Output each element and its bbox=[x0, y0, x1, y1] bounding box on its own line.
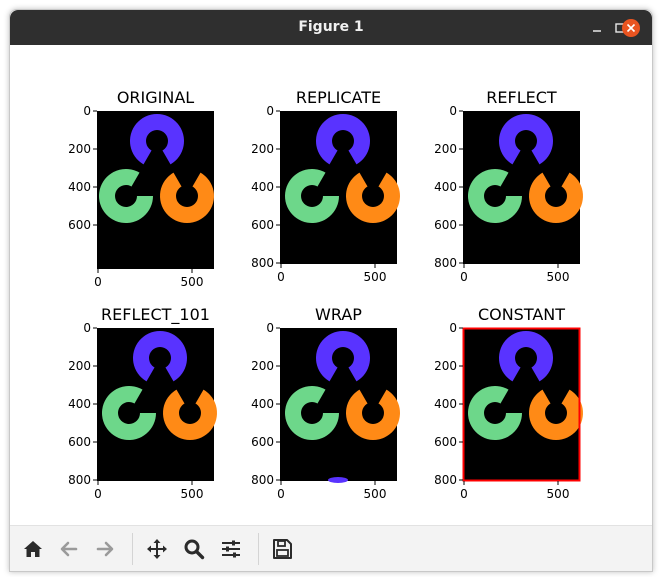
window-title: Figure 1 bbox=[298, 19, 364, 35]
x-tick-label: 0 bbox=[460, 270, 468, 284]
subplot-title: WRAP bbox=[315, 305, 362, 324]
x-tick-label: 500 bbox=[364, 487, 387, 501]
y-tick-label: 200 bbox=[251, 359, 274, 373]
back-arrow-icon bbox=[60, 541, 78, 557]
y-tick-label: 400 bbox=[68, 180, 91, 194]
y-tick-label: 800 bbox=[251, 256, 274, 270]
y-tick-label: 600 bbox=[434, 218, 457, 232]
logo-hole bbox=[484, 185, 506, 207]
forward-arrow-icon bbox=[96, 541, 114, 557]
y-tick-label: 600 bbox=[68, 435, 91, 449]
logo-hole bbox=[146, 130, 168, 152]
close-button[interactable] bbox=[621, 18, 641, 38]
subplot-title: ORIGINAL bbox=[117, 88, 194, 107]
y-tick-label: 800 bbox=[68, 473, 91, 487]
x-tick-label: 0 bbox=[277, 270, 285, 284]
toolbar-separator bbox=[132, 533, 133, 565]
y-tick-label: 200 bbox=[434, 359, 457, 373]
minimize-icon bbox=[593, 30, 601, 32]
navigation-toolbar bbox=[10, 525, 652, 571]
subplot-title: CONSTANT bbox=[478, 305, 565, 324]
back-button[interactable] bbox=[57, 537, 81, 561]
logo-hole bbox=[515, 130, 537, 152]
subplot-title: REFLECT_101 bbox=[101, 305, 210, 325]
y-tick-label: 800 bbox=[251, 473, 274, 487]
y-tick-label: 400 bbox=[251, 397, 274, 411]
y-tick-label: 0 bbox=[266, 321, 274, 335]
logo-hole bbox=[362, 185, 384, 207]
zoom-button[interactable] bbox=[182, 537, 206, 561]
subplot-original: ORIGINAL 0 200 400 600 0 500 bbox=[68, 88, 215, 289]
x-tick-label: 0 bbox=[460, 487, 468, 501]
logo-hole bbox=[179, 402, 201, 424]
logo-hole bbox=[301, 185, 323, 207]
logo-hole bbox=[362, 402, 384, 424]
logo-hole bbox=[115, 185, 137, 207]
y-tick-label: 0 bbox=[83, 321, 91, 335]
y-tick-label: 0 bbox=[266, 104, 274, 118]
y-tick-label: 0 bbox=[449, 321, 457, 335]
logo-hole bbox=[515, 347, 537, 369]
x-tick-label: 0 bbox=[277, 487, 285, 501]
subplot-replicate: REPLICATE02004006008000 500 bbox=[251, 88, 401, 284]
x-tick-label: 500 bbox=[181, 275, 204, 289]
logo-hole bbox=[149, 347, 171, 369]
y-tick-label: 200 bbox=[68, 359, 91, 373]
pan-button[interactable] bbox=[145, 537, 169, 561]
wrap-artifact bbox=[328, 477, 348, 483]
minimize-button[interactable] bbox=[587, 18, 607, 38]
subplot-reflect: REFLECT02004006008000 500 bbox=[434, 88, 583, 284]
y-tick-label: 800 bbox=[434, 256, 457, 270]
x-tick-label: 500 bbox=[547, 487, 570, 501]
close-icon bbox=[622, 19, 640, 37]
y-tick-label: 400 bbox=[434, 397, 457, 411]
x-tick-label: 0 bbox=[94, 275, 102, 289]
logo-hole bbox=[332, 347, 354, 369]
logo-hole bbox=[545, 185, 567, 207]
logo-hole bbox=[332, 130, 354, 152]
home-button[interactable] bbox=[21, 537, 45, 561]
figure-canvas[interactable]: ORIGINAL 0 200 400 600 0 500 REPLICATE 0 200 400 60… bbox=[10, 45, 652, 525]
x-tick-label: 0 bbox=[94, 487, 102, 501]
subplot-reflect-101: REFLECT_10102004006008000 500 bbox=[68, 305, 217, 501]
subplots-figure: ORIGINAL 0 200 400 600 0 500 REPLICATE 0 200 400 60… bbox=[68, 88, 583, 501]
logo-hole bbox=[484, 402, 506, 424]
x-tick-label: 500 bbox=[547, 270, 570, 284]
save-button[interactable] bbox=[270, 537, 294, 561]
y-tick-label: 600 bbox=[251, 435, 274, 449]
home-icon bbox=[24, 541, 42, 557]
y-tick-label: 200 bbox=[434, 142, 457, 156]
move-icon bbox=[147, 539, 167, 559]
logo-hole bbox=[301, 402, 323, 424]
y-tick-label: 0 bbox=[83, 104, 91, 118]
y-tick-label: 600 bbox=[68, 218, 91, 232]
y-tick-label: 400 bbox=[251, 180, 274, 194]
logo-hole bbox=[545, 402, 567, 424]
y-tick-label: 0 bbox=[449, 104, 457, 118]
y-tick-label: 400 bbox=[434, 180, 457, 194]
y-tick-label: 200 bbox=[251, 142, 274, 156]
logo-hole bbox=[176, 185, 198, 207]
logo-hole bbox=[118, 402, 140, 424]
sliders-icon bbox=[222, 540, 240, 558]
toolbar-separator bbox=[258, 533, 259, 565]
title-bar[interactable]: Figure 1 bbox=[10, 10, 652, 45]
y-tick-label: 200 bbox=[68, 142, 91, 156]
x-tick-label: 500 bbox=[364, 270, 387, 284]
configure-subplots-button[interactable] bbox=[219, 537, 243, 561]
subplot-constant: CONSTANT02004006008000 500 bbox=[434, 305, 583, 501]
y-tick-label: 600 bbox=[251, 218, 274, 232]
floppy-icon bbox=[273, 539, 292, 559]
figure-window: Figure 1 ORIGINAL 0 200 400 600 0 500 REPLICATE… bbox=[9, 9, 653, 572]
y-tick-label: 600 bbox=[434, 435, 457, 449]
y-tick-label: 400 bbox=[68, 397, 91, 411]
y-tick-label: 800 bbox=[434, 473, 457, 487]
subplot-title: REFLECT bbox=[486, 88, 557, 107]
forward-button[interactable] bbox=[93, 537, 117, 561]
subplot-wrap: WRAP02004006008000 500 bbox=[251, 305, 401, 501]
magnifier-icon bbox=[184, 539, 205, 560]
subplot-title: REPLICATE bbox=[296, 88, 381, 107]
x-tick-label: 500 bbox=[181, 487, 204, 501]
